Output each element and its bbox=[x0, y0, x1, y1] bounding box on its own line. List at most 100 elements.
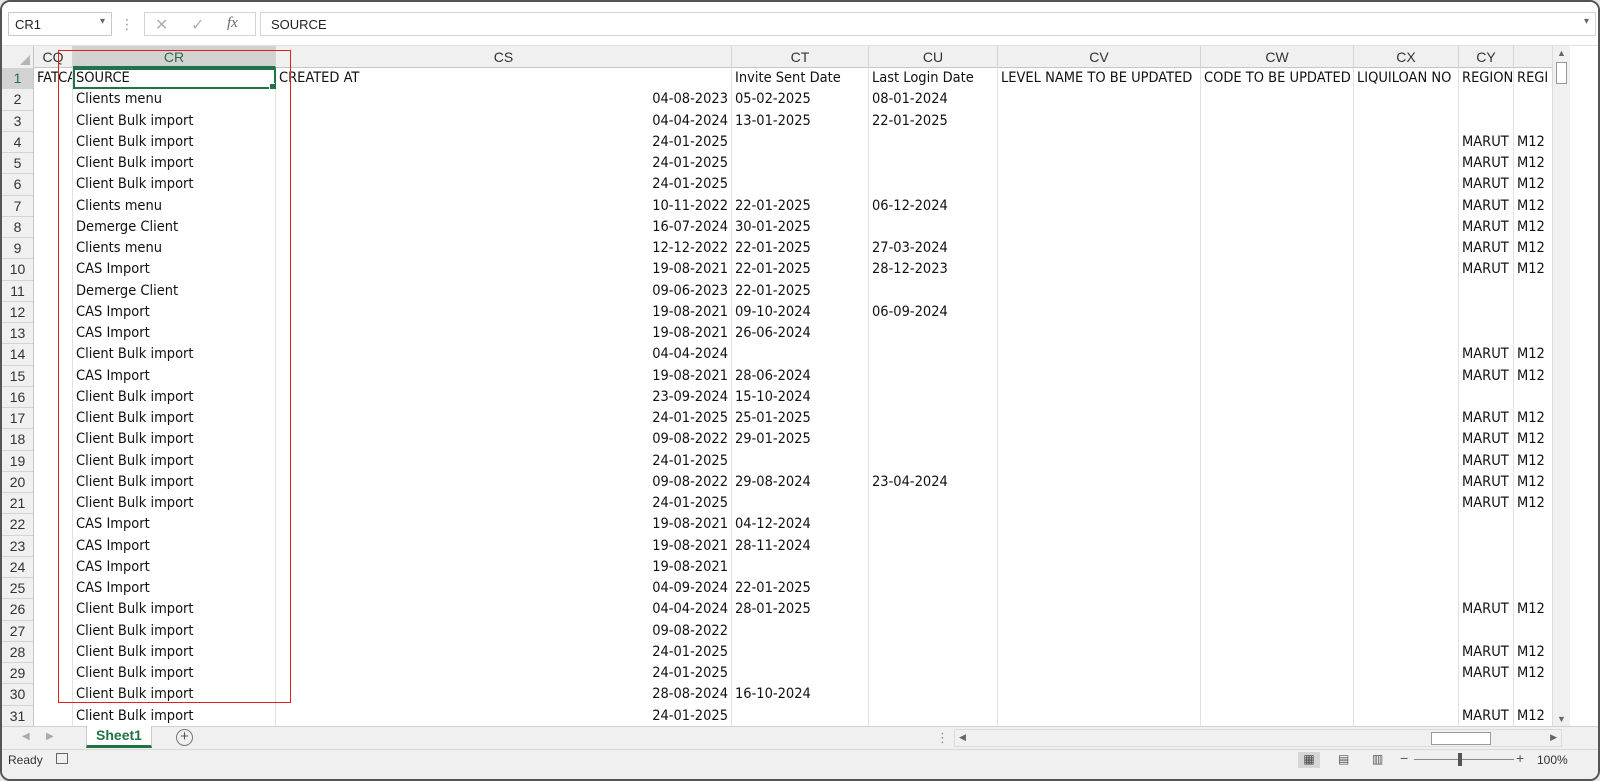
cell[interactable] bbox=[34, 641, 73, 663]
cell[interactable]: Clients menu bbox=[73, 238, 276, 260]
cell[interactable] bbox=[1201, 153, 1354, 175]
cell[interactable]: MARUT bbox=[1459, 195, 1514, 217]
cell[interactable] bbox=[869, 705, 998, 726]
prev-sheet-icon[interactable]: ◀ bbox=[22, 731, 30, 742]
cell[interactable] bbox=[1354, 216, 1459, 238]
zoom-out-icon[interactable]: − bbox=[1400, 750, 1408, 766]
cell[interactable]: 24-01-2025 bbox=[276, 408, 732, 430]
cell[interactable]: CAS Import bbox=[73, 301, 276, 323]
cell[interactable] bbox=[1354, 599, 1459, 621]
cell[interactable] bbox=[1201, 450, 1354, 472]
cell[interactable]: MARUT bbox=[1459, 429, 1514, 451]
cell[interactable] bbox=[869, 344, 998, 366]
cell[interactable] bbox=[34, 429, 73, 451]
cell[interactable] bbox=[1514, 111, 1552, 132]
cell[interactable] bbox=[1201, 641, 1354, 663]
cell[interactable] bbox=[869, 641, 998, 663]
cell[interactable] bbox=[1459, 301, 1514, 323]
cell[interactable] bbox=[1354, 386, 1459, 408]
cell[interactable]: 23-04-2024 bbox=[869, 471, 998, 493]
cell[interactable]: Invite Sent Date bbox=[732, 68, 869, 90]
cell[interactable] bbox=[1354, 429, 1459, 451]
cell[interactable]: Clients menu bbox=[73, 89, 276, 111]
row-header[interactable]: 14 bbox=[2, 344, 33, 366]
cell[interactable] bbox=[1459, 620, 1514, 642]
cell[interactable] bbox=[869, 599, 998, 621]
cell[interactable]: M12 bbox=[1514, 599, 1552, 620]
cell[interactable] bbox=[998, 578, 1201, 600]
cell[interactable]: CAS Import bbox=[73, 514, 276, 536]
cell[interactable] bbox=[1354, 684, 1459, 706]
row-header[interactable]: 25 bbox=[2, 578, 33, 600]
cell[interactable]: 24-01-2025 bbox=[276, 153, 732, 175]
zoom-slider-thumb[interactable] bbox=[1458, 753, 1462, 766]
cell[interactable] bbox=[869, 578, 998, 600]
vertical-scrollbar[interactable]: ▲ ▼ bbox=[1552, 46, 1570, 726]
cell[interactable]: M12 bbox=[1514, 174, 1552, 195]
next-sheet-icon[interactable]: ▶ bbox=[46, 731, 54, 742]
cell[interactable] bbox=[1459, 684, 1514, 706]
cell[interactable] bbox=[998, 195, 1201, 217]
cell[interactable] bbox=[869, 280, 998, 302]
cell[interactable] bbox=[869, 535, 998, 557]
cell[interactable]: MARUT bbox=[1459, 599, 1514, 621]
cell[interactable]: M12 bbox=[1514, 132, 1552, 153]
cell[interactable] bbox=[1354, 641, 1459, 663]
cell[interactable] bbox=[34, 89, 73, 111]
cell[interactable]: 19-08-2021 bbox=[276, 259, 732, 281]
row-header[interactable]: 15 bbox=[2, 366, 33, 387]
cell[interactable]: 19-08-2021 bbox=[276, 301, 732, 323]
cell[interactable] bbox=[1354, 535, 1459, 557]
cell[interactable] bbox=[1201, 386, 1354, 408]
scroll-left-icon[interactable]: ◀ bbox=[959, 732, 966, 743]
zoom-slider[interactable] bbox=[1414, 759, 1514, 760]
cell[interactable]: 16-10-2024 bbox=[732, 684, 869, 706]
cell[interactable] bbox=[1354, 408, 1459, 430]
spreadsheet-grid[interactable]: CQ CR CS CT CU CV CW CX CY 1 2 3 4 5 6 7 8 9 10 11 12 13 14 15… bbox=[2, 46, 1552, 726]
row-header[interactable]: 13 bbox=[2, 323, 33, 345]
cell[interactable]: 22-01-2025 bbox=[732, 259, 869, 281]
cell[interactable] bbox=[998, 599, 1201, 621]
insert-function-icon[interactable]: fx bbox=[227, 15, 238, 32]
cell[interactable]: Client Bulk import bbox=[73, 620, 276, 642]
cell[interactable]: LEVEL NAME TO BE UPDATED bbox=[998, 68, 1201, 90]
cell[interactable]: SOURCE bbox=[73, 68, 276, 90]
cell[interactable] bbox=[869, 556, 998, 578]
cell[interactable]: 24-01-2025 bbox=[276, 705, 732, 726]
cell[interactable]: Clients menu bbox=[73, 195, 276, 217]
cell[interactable] bbox=[869, 386, 998, 408]
cell[interactable]: FATCA bbox=[34, 68, 73, 90]
cell[interactable]: Client Bulk import bbox=[73, 684, 276, 706]
cell[interactable] bbox=[998, 663, 1201, 685]
cell[interactable] bbox=[1201, 578, 1354, 600]
zoom-in-icon[interactable]: + bbox=[1516, 750, 1524, 766]
cell[interactable]: 06-09-2024 bbox=[869, 301, 998, 323]
cell[interactable] bbox=[1354, 280, 1459, 302]
cancel-icon[interactable]: ✕ bbox=[155, 15, 168, 35]
row-header[interactable]: 12 bbox=[2, 302, 33, 323]
cell[interactable]: MARUT bbox=[1459, 344, 1514, 366]
cell[interactable]: M12 bbox=[1514, 259, 1552, 280]
cell[interactable]: MARUT bbox=[1459, 493, 1514, 515]
cell[interactable] bbox=[869, 131, 998, 153]
cell[interactable] bbox=[1354, 153, 1459, 175]
row-header[interactable]: 28 bbox=[2, 642, 33, 663]
cell[interactable] bbox=[34, 301, 73, 323]
cell[interactable] bbox=[869, 216, 998, 238]
cell[interactable] bbox=[869, 514, 998, 536]
row-header[interactable]: 3 bbox=[2, 111, 33, 132]
macro-recorder-icon[interactable] bbox=[56, 753, 68, 764]
row-header[interactable]: 9 bbox=[2, 238, 33, 260]
cell[interactable] bbox=[1514, 557, 1552, 578]
cell[interactable]: 27-03-2024 bbox=[869, 238, 998, 260]
cell[interactable]: 25-01-2025 bbox=[732, 408, 869, 430]
cell[interactable] bbox=[998, 429, 1201, 451]
cell[interactable] bbox=[34, 620, 73, 642]
cell[interactable]: Client Bulk import bbox=[73, 599, 276, 621]
cell[interactable]: MARUT bbox=[1459, 174, 1514, 196]
cell[interactable]: REGI bbox=[1514, 68, 1552, 89]
cell[interactable]: 24-01-2025 bbox=[276, 450, 732, 472]
cell[interactable]: Client Bulk import bbox=[73, 110, 276, 132]
cell[interactable] bbox=[1514, 281, 1552, 302]
cell[interactable] bbox=[1514, 684, 1552, 705]
